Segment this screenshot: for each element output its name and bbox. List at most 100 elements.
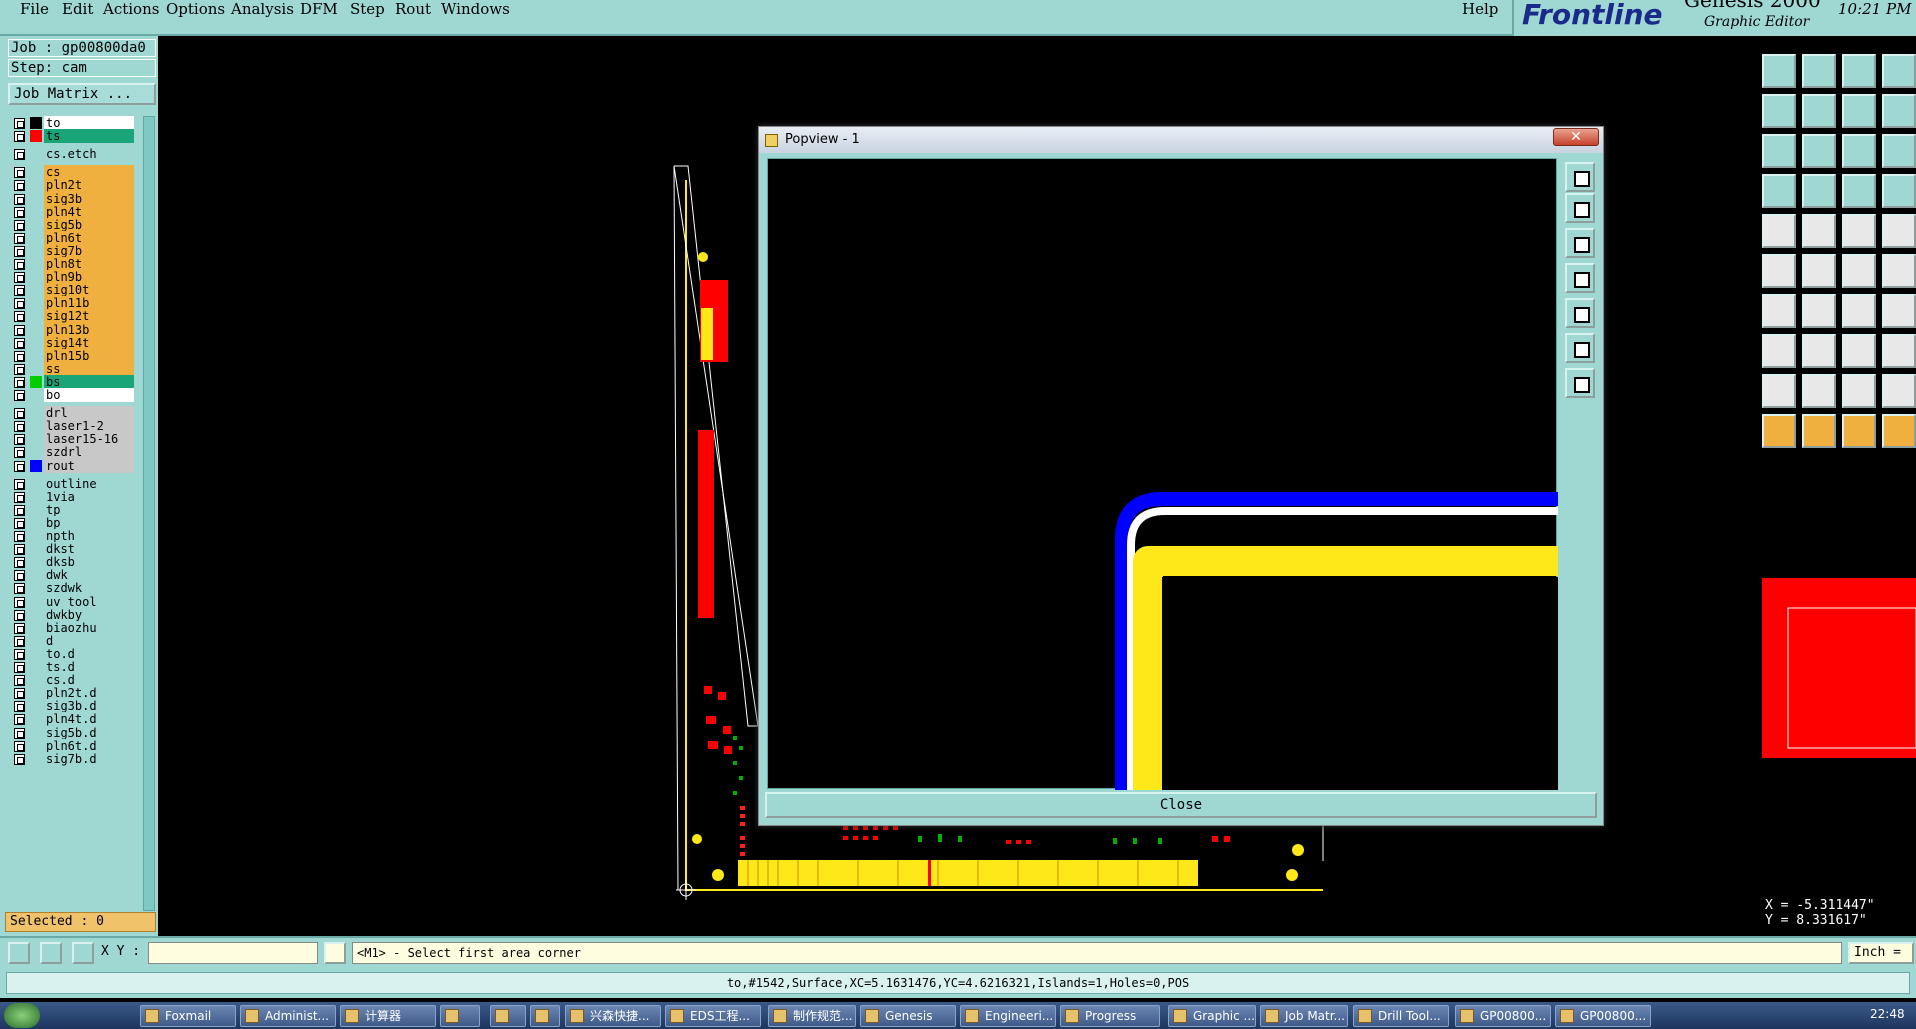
- layer-name[interactable]: sig7b.d: [44, 751, 134, 766]
- layer-checkbox[interactable]: [14, 727, 25, 739]
- layer-name[interactable]: cs: [44, 165, 134, 180]
- layer-color-swatch[interactable]: [30, 407, 42, 419]
- layer-name[interactable]: pln15b: [44, 348, 134, 363]
- layer-checkbox[interactable]: [14, 596, 25, 608]
- menu-actions[interactable]: Actions: [103, 0, 159, 18]
- layer-checkbox[interactable]: [14, 662, 25, 673]
- layer-checkbox[interactable]: [14, 753, 25, 765]
- layer-color-swatch[interactable]: [30, 543, 42, 555]
- layer-name[interactable]: bo: [44, 388, 134, 402]
- grid-icon[interactable]: [72, 942, 94, 964]
- taskbar-item[interactable]: 计算器: [340, 1005, 436, 1027]
- move-icon[interactable]: [1762, 334, 1796, 368]
- taskbar-item[interactable]: Administ...: [240, 1005, 336, 1027]
- layer-color-swatch[interactable]: [30, 530, 42, 542]
- layer-row[interactable]: pln9b: [8, 270, 134, 285]
- popview-snapshot-icon[interactable]: [1565, 162, 1595, 192]
- overview-map[interactable]: [1762, 578, 1916, 758]
- layer-name[interactable]: cs.d: [44, 673, 134, 688]
- popview-pan-up-icon[interactable]: [1565, 193, 1595, 223]
- layer-row[interactable]: outline: [8, 476, 134, 491]
- layer-row[interactable]: sig3b.d: [8, 699, 134, 714]
- layer-color-swatch[interactable]: [30, 284, 42, 296]
- layer-checkbox[interactable]: [14, 740, 25, 752]
- layer-color-swatch[interactable]: [30, 117, 42, 129]
- taskbar-item[interactable]: EDS工程...: [665, 1005, 761, 1027]
- layer-name[interactable]: pln2t: [44, 178, 134, 193]
- taskbar-item[interactable]: Foxmail: [140, 1005, 236, 1027]
- layer-name[interactable]: sig14t: [44, 335, 134, 350]
- layer-name[interactable]: dwkby: [44, 607, 134, 622]
- layer-name[interactable]: ts.d: [44, 660, 134, 674]
- surface-icon[interactable]: [1842, 374, 1876, 408]
- layer-checkbox[interactable]: [14, 434, 25, 446]
- layer-name[interactable]: pln6t.d: [44, 738, 134, 753]
- route-icon[interactable]: [1882, 414, 1916, 448]
- layer-name[interactable]: pln2t.d: [44, 686, 134, 701]
- layer-name[interactable]: tp: [44, 502, 134, 517]
- layer-color-swatch[interactable]: [30, 740, 42, 752]
- measure-icon[interactable]: [40, 942, 62, 964]
- menu-help[interactable]: Help: [1462, 0, 1498, 18]
- home-icon[interactable]: [1842, 54, 1876, 88]
- layer-row[interactable]: dkst: [8, 542, 134, 557]
- shape-icon[interactable]: [1882, 334, 1916, 368]
- layer-row[interactable]: bp: [8, 515, 134, 530]
- layer-row[interactable]: d: [8, 633, 134, 648]
- layer-name[interactable]: sig5b: [44, 217, 134, 232]
- arc-icon[interactable]: [1842, 254, 1876, 288]
- layer-name[interactable]: pln6t: [44, 230, 134, 245]
- layer-checkbox[interactable]: [14, 376, 25, 388]
- taskbar-item[interactable]: Graphic ...: [1168, 1005, 1256, 1027]
- layer-row[interactable]: to.d: [8, 646, 134, 661]
- layer-checkbox[interactable]: [14, 504, 25, 516]
- layer-row[interactable]: bo: [8, 388, 134, 402]
- dash-icon[interactable]: [1802, 334, 1836, 368]
- layer-row[interactable]: dwk: [8, 568, 134, 583]
- triangle-icon[interactable]: [1762, 374, 1796, 408]
- layer-row[interactable]: sig14t: [8, 335, 134, 350]
- layer-row[interactable]: sig5b: [8, 217, 134, 232]
- layer-name[interactable]: 1via: [44, 489, 134, 504]
- cross-icon[interactable]: [1882, 174, 1916, 208]
- xy-input[interactable]: [148, 942, 318, 964]
- layer-list[interactable]: to ts cs.etch cs pln2t sig3b pln4t sig5b pln6t si…: [8, 116, 142, 911]
- layer-row[interactable]: ts.d: [8, 660, 134, 674]
- layer-checkbox[interactable]: [14, 517, 25, 529]
- popview-pan-left-icon[interactable]: [1565, 263, 1595, 293]
- layer-name[interactable]: rout: [44, 458, 134, 473]
- layer-checkbox[interactable]: [14, 118, 25, 129]
- layer-checkbox[interactable]: [14, 675, 25, 687]
- window-close-button[interactable]: ✕: [1553, 128, 1599, 146]
- layer-row[interactable]: sig10t: [8, 283, 134, 298]
- layer-name[interactable]: ts: [44, 129, 134, 144]
- layer-row[interactable]: to: [8, 116, 134, 130]
- pad-icon[interactable]: [1762, 214, 1796, 248]
- zoom-out-icon[interactable]: [1762, 134, 1796, 168]
- info-icon[interactable]: [324, 942, 346, 964]
- layer-row[interactable]: sig12t: [8, 309, 134, 324]
- layer-color-swatch[interactable]: [30, 687, 42, 699]
- taskbar-item[interactable]: Genesis: [860, 1005, 956, 1027]
- layer-checkbox[interactable]: [14, 180, 25, 192]
- layer-name[interactable]: to: [44, 116, 134, 130]
- popview-pan-down-icon[interactable]: [1565, 228, 1595, 258]
- layer-name[interactable]: d: [44, 633, 134, 648]
- menu-dfm[interactable]: DFM: [300, 0, 338, 18]
- taskbar-item[interactable]: Job Matr...: [1260, 1005, 1348, 1027]
- layer-row[interactable]: pln11b: [8, 296, 134, 311]
- layer-name[interactable]: sig7b: [44, 243, 134, 258]
- job-matrix-button[interactable]: Job Matrix ...: [8, 83, 156, 105]
- layer-name[interactable]: bs: [44, 374, 134, 389]
- layer-color-swatch[interactable]: [30, 148, 42, 160]
- layer-checkbox[interactable]: [14, 337, 25, 349]
- layer-checkbox[interactable]: [14, 298, 25, 310]
- line-icon[interactable]: [1802, 214, 1836, 248]
- layer-checkbox[interactable]: [14, 232, 25, 244]
- layer-row[interactable]: ss: [8, 361, 134, 376]
- taskbar-item[interactable]: Engineeri...: [960, 1005, 1056, 1027]
- slash-icon[interactable]: [1802, 294, 1836, 328]
- layer-checkbox[interactable]: [14, 363, 25, 375]
- layer-row[interactable]: laser15-16: [8, 432, 134, 447]
- layer-name[interactable]: npth: [44, 529, 134, 543]
